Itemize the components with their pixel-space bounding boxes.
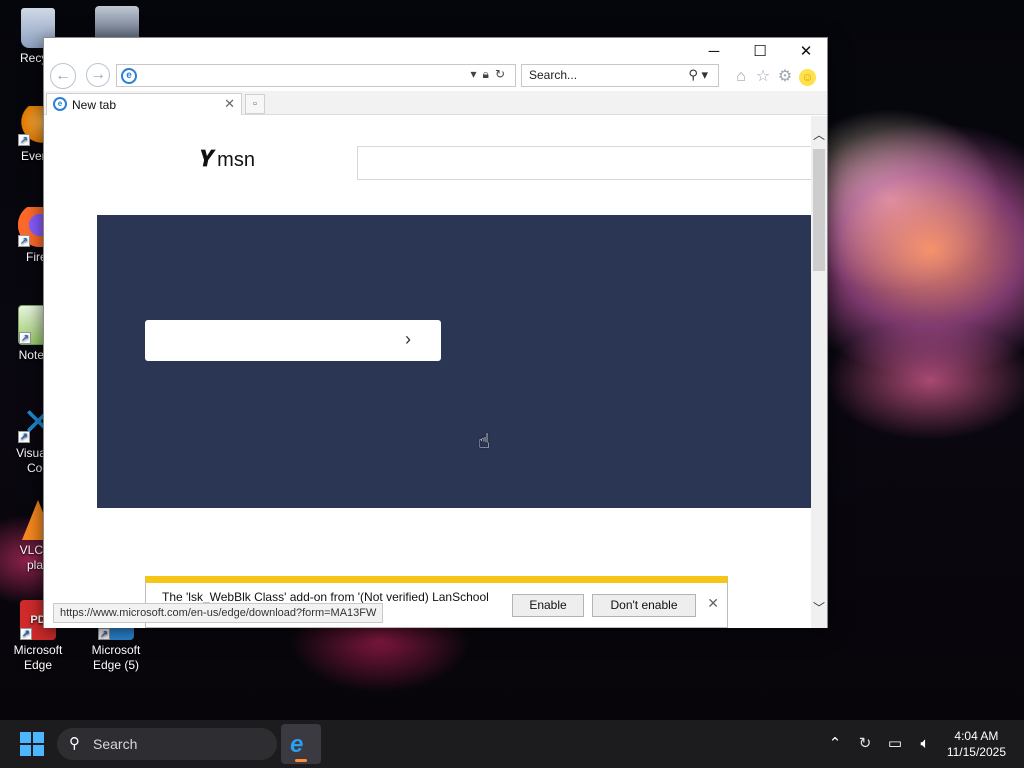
volume-muted-icon[interactable]: 🔈︎ [910,735,940,752]
new-tab-button[interactable]: ▫ [245,94,265,114]
system-tray: ⌃ ↻ ▭ 🔈︎ [820,734,940,752]
dropdown-arrow-icon[interactable]: ▾ [471,67,483,81]
notification-close-icon[interactable]: ✕ [707,595,719,612]
display-icon[interactable]: ▭ [880,734,910,752]
ie-tab-icon: e [53,97,67,111]
notification-message: The 'lsk_WebBlk Class' add-on from '(Not… [162,590,489,604]
lock-icon[interactable]: 🔒︎ [483,67,495,81]
chevron-right-icon: › [405,329,411,349]
internet-explorer-window: ─ ☐ ✕ ← → e ▾🔒︎↻ Search... ⚲ ▾ ⌂ ☆ ⚙ ☺ e Ne… [43,37,828,628]
navigation-toolbar: ← → e ▾🔒︎↻ Search... ⚲ ▾ ⌂ ☆ ⚙ ☺ [44,62,827,90]
hand-cursor-icon: ☝ [478,431,491,453]
search-input[interactable]: Search... [529,68,577,82]
taskbar-search-box[interactable]: ⚲ Search [57,728,277,760]
search-icon: ⚲ [69,735,80,752]
sync-icon[interactable]: ↻ [850,734,880,752]
title-bar: ─ ☐ ✕ [44,38,827,62]
clock-date: 11/15/2025 [946,745,1006,759]
shortcut-arrow-icon: ↗ [18,431,30,443]
system-clock[interactable]: 4:04 AM 11/15/2025 [947,728,1006,760]
windows-start-icon[interactable] [20,732,44,756]
address-bar[interactable]: e ▾🔒︎↻ [116,64,516,87]
tab-strip: e New tab ✕ ▫ [44,91,827,115]
shortcut-arrow-icon: ↗ [19,332,31,344]
tab-close-icon[interactable]: ✕ [224,96,235,112]
clock-time: 4:04 AM [954,729,999,743]
msn-logo[interactable]: 𝒀msn [201,146,255,172]
forward-button[interactable]: → [86,63,110,87]
dont-enable-button[interactable]: Don't enable [592,594,696,617]
refresh-icon[interactable]: ↻ [495,67,511,81]
hero-action-box[interactable]: › [145,320,441,361]
back-button[interactable]: ← [50,63,76,89]
home-icon[interactable]: ⌂ [730,68,752,86]
shortcut-arrow-icon: ↗ [98,628,110,640]
taskbar: ⚲ Search e ⌃ ↻ ▭ 🔈︎ 4:04 AM 11/15/2025 [0,720,1024,768]
address-bar-icons: ▾🔒︎↻ [471,67,511,82]
msn-search-input[interactable] [357,146,812,180]
scroll-up-icon[interactable]: ︿ [813,126,825,143]
toolbar-icons: ⌂ ☆ ⚙ ☺ [730,66,816,86]
page-content: 𝒀msn › ☝ [44,116,812,628]
scrollbar-thumb[interactable] [813,149,825,271]
desktop-icon-label: Microsoft Edge (5) [91,643,141,672]
chevron-up-icon[interactable]: ⌃ [820,734,850,752]
favorites-star-icon[interactable]: ☆ [752,66,774,86]
internet-explorer-icon: e [290,731,304,758]
search-icon[interactable]: ⚲ ▾ [688,67,708,83]
ie-page-icon: e [121,68,137,84]
feedback-smiley-icon[interactable]: ☺ [799,69,816,86]
status-bar-url: https://www.microsoft.com/en-us/edge/dow… [53,603,384,623]
taskbar-internet-explorer[interactable]: e [281,724,321,764]
scroll-down-icon[interactable]: ﹀ [813,599,825,616]
shortcut-arrow-icon: ↗ [20,628,32,640]
search-box[interactable]: Search... ⚲ ▾ [521,64,719,87]
active-app-indicator [295,759,307,762]
tab-new-tab[interactable]: e New tab ✕ [46,93,242,115]
hero-banner: › [97,215,812,508]
taskbar-search-label: Search [93,736,138,752]
msn-logo-text: msn [217,149,255,171]
msn-butterfly-icon: 𝒀 [201,146,215,171]
shortcut-arrow-icon: ↗ [18,235,30,247]
enable-button[interactable]: Enable [512,594,584,617]
vertical-scrollbar[interactable]: ︿ ﹀ [811,116,827,628]
tab-label: New tab [72,98,117,112]
shortcut-arrow-icon: ↗ [18,134,30,146]
gear-icon[interactable]: ⚙ [774,66,796,86]
desktop-icon-label: Microsoft Edge [13,643,63,672]
